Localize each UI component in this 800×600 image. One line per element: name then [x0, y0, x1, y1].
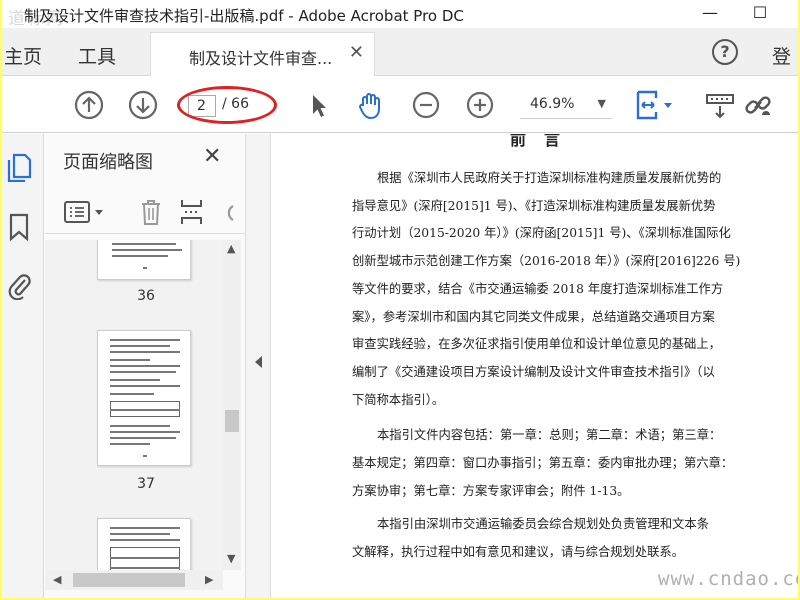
insert-page-icon[interactable]: [179, 198, 205, 226]
maximize-button[interactable]: ☐: [742, 2, 778, 24]
close-panel-icon[interactable]: ✕: [203, 144, 221, 169]
document-text-line: 文解释，执行过程中如有意见和建议，请与综合规划处联系。: [352, 545, 685, 560]
document-text-line: 审查实践经验，在多次征求指引使用单位和设计单位意见的基础上，: [352, 337, 721, 352]
document-text-line: 编制了《交通建设项目方案设计编制及设计文件审查技术指引》（以: [352, 364, 715, 379]
collapse-panel-handle[interactable]: [245, 134, 271, 598]
document-text-line: 创新型城市示范创建工作方案（2016-2018 年）》(深府[2016]226 …: [352, 254, 741, 269]
acrobat-window: 道标网 制及设计文件审查技术指引-出版稿.pdf - Adobe Acrobat…: [2, 0, 798, 598]
help-icon[interactable]: ?: [712, 39, 738, 65]
zoom-level-value: 46.9%: [530, 96, 575, 112]
attachments-icon[interactable]: [6, 270, 32, 300]
scroll-up-icon[interactable]: ▲: [227, 242, 235, 255]
document-text-line: 指导意见》(深府[2015]1 号)、《打造深圳标准构建质量发展新优势: [352, 198, 716, 213]
bookmark-icon[interactable]: [6, 212, 32, 242]
zoom-in-icon[interactable]: [464, 89, 496, 121]
document-text-line: 方案协审；第七章：方案专家评审会；附件 1-13。: [352, 483, 630, 498]
page-thumbnails-icon[interactable]: [6, 152, 32, 182]
scroll-right-icon[interactable]: ▶: [205, 573, 213, 586]
site-watermark: www.cndao.com: [658, 568, 798, 590]
scroll-left-icon[interactable]: ◀: [53, 573, 61, 586]
collapse-arrow-icon: [255, 356, 262, 368]
thumbnail-page-36[interactable]: [97, 240, 191, 280]
tab-document[interactable]: 制及设计文件审查... ✕: [150, 32, 375, 76]
thumbnail-page-37[interactable]: [97, 330, 191, 466]
zoom-level-select[interactable]: 46.9% ▼: [520, 93, 612, 119]
document-heading: 前言: [510, 134, 579, 149]
share-link-icon[interactable]: [742, 89, 774, 121]
scrollbar-thumb[interactable]: [225, 410, 239, 432]
tab-bar: 主页 工具 制及设计文件审查... ✕ ? 登: [2, 28, 798, 76]
tab-tools[interactable]: 工具: [78, 42, 116, 69]
thumbnail-page-number: 37: [137, 476, 155, 492]
document-text-line: 基本规定；第四章：窗口办事指引；第五章：委内审批办理；第六章：: [352, 456, 734, 470]
previous-page-icon[interactable]: [73, 89, 105, 121]
document-view[interactable]: 前言 根据《深圳市人民政府关于打造深圳标准构建质量发展新优势的指导意见》(深府[…: [272, 134, 798, 598]
thumbnail-page-38[interactable]: [97, 518, 191, 570]
panel-toolbar: [45, 190, 245, 234]
scrolling-mode-icon[interactable]: [704, 89, 736, 121]
document-text-line: 案》，参考深圳市和国内其它同类文件成果，总结道路交通项目方案: [352, 309, 715, 324]
rotate-page-icon[interactable]: [219, 198, 235, 226]
hand-tool-icon[interactable]: [354, 89, 386, 121]
toolbar: 2 / 66 46.9% ▼: [2, 77, 798, 133]
thumbnail-vertical-scrollbar[interactable]: ▲ ▼: [223, 240, 241, 570]
login-link[interactable]: 登: [772, 42, 791, 69]
document-text-line: 本指引文件内容包括：第一章：总则；第二章：术语；第三章：: [377, 428, 722, 443]
annotation-ellipse: [177, 86, 277, 124]
chevron-down-icon: ▼: [597, 97, 606, 110]
next-page-icon[interactable]: [127, 89, 159, 121]
thumbnail-page-number: 36: [137, 288, 155, 304]
close-tab-icon[interactable]: ✕: [349, 42, 364, 63]
thumbnail-horizontal-scrollbar[interactable]: ◀ ▶: [45, 570, 223, 590]
document-text-line: 下简称本指引）。: [352, 392, 445, 407]
scroll-down-icon[interactable]: ▼: [227, 552, 235, 565]
thumbnail-panel: 页面缩略图 ✕ 36 37 ▲ ▼ ◀ ▶: [45, 134, 245, 598]
window-title: 制及设计文件审查技术指引-出版稿.pdf - Adobe Acrobat Pro…: [24, 7, 464, 25]
tab-home[interactable]: 主页: [4, 42, 42, 69]
scrollbar-thumb[interactable]: [73, 573, 185, 587]
tab-document-label: 制及设计文件审查...: [189, 49, 333, 68]
thumbnail-list[interactable]: 36 37: [45, 240, 223, 570]
left-rail: [2, 134, 44, 598]
document-text-line: 根据《深圳市人民政府关于打造深圳标准构建质量发展新优势的: [377, 171, 722, 185]
minimize-button[interactable]: —: [692, 2, 728, 24]
title-bar: 道标网 制及设计文件审查技术指引-出版稿.pdf - Adobe Acrobat…: [2, 0, 798, 29]
zoom-out-icon[interactable]: [410, 89, 442, 121]
select-tool-icon[interactable]: [302, 89, 334, 121]
delete-page-icon[interactable]: [139, 198, 163, 226]
document-text-line: 等文件的要求，结合《市交通运输委 2018 年度打造深圳标准工作方: [352, 281, 724, 296]
options-menu-icon[interactable]: [63, 200, 107, 224]
document-text-line: 本指引由深圳市交通运输委员会综合规划处负责管理和文本条: [377, 517, 710, 532]
document-text-line: 行动计划（2015-2020 年）》(深府函[2015]1 号)、《深圳标准国际…: [352, 226, 731, 241]
panel-title: 页面缩略图: [63, 152, 153, 173]
fit-page-icon[interactable]: [634, 89, 678, 121]
